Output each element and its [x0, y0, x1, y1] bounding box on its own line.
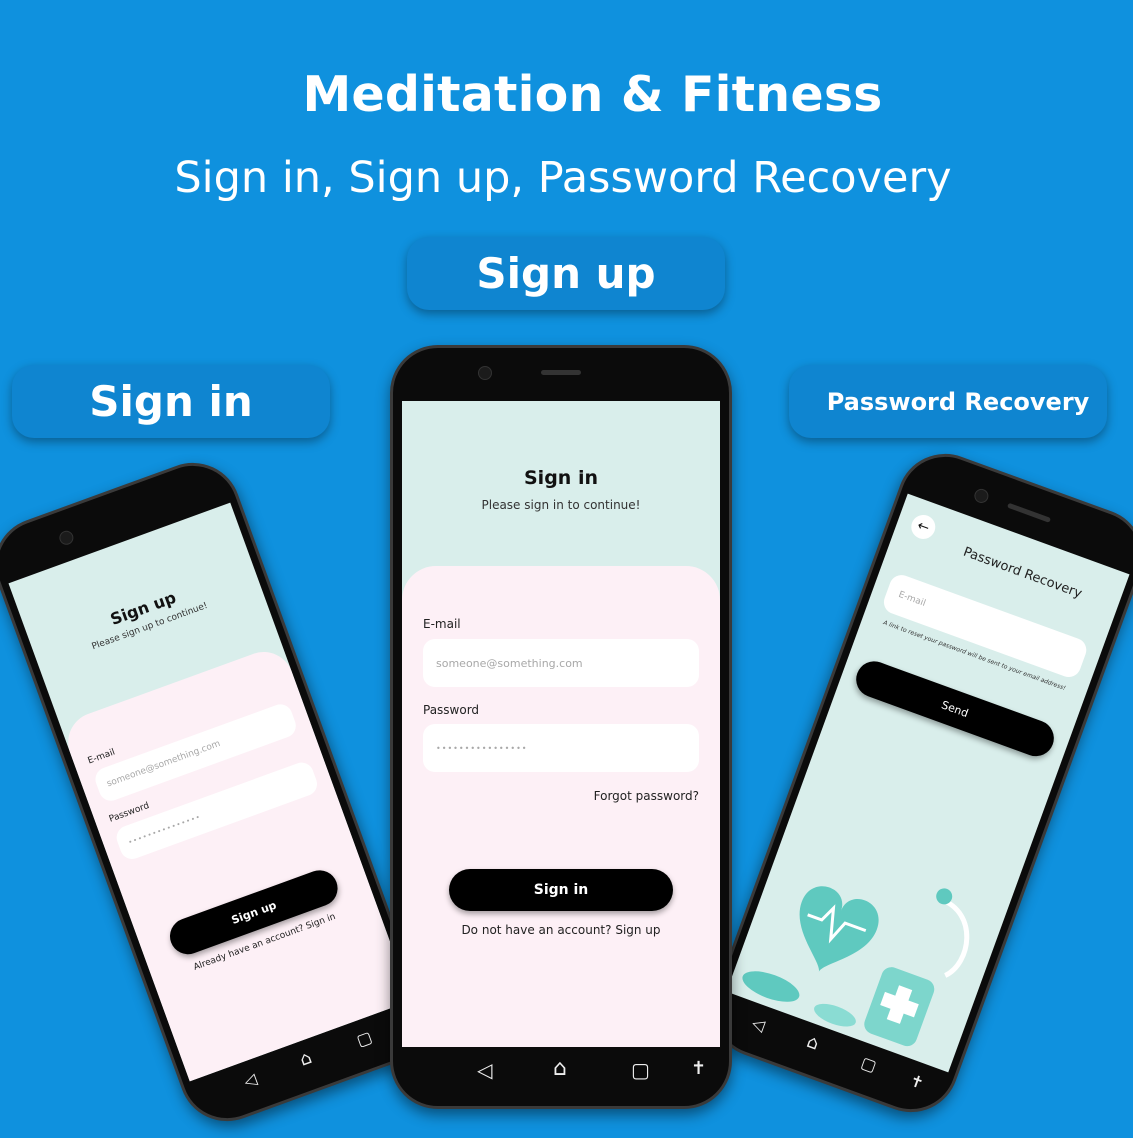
left-screen: Sign up Please sign up to continue! E-ma… [8, 502, 412, 1082]
speaker [541, 370, 581, 375]
back-icon[interactable]: ◁ [241, 1069, 259, 1091]
right-phone: ← Password Recovery E-mail A link to res… [698, 440, 1133, 1126]
page-subtitle: Sign in, Sign up, Password Recovery [174, 153, 952, 203]
recovery-pill: Password Recovery [789, 365, 1107, 438]
home-icon[interactable]: ⌂ [553, 1056, 567, 1081]
form-card [59, 643, 412, 1082]
back-icon[interactable]: ◁ [749, 1013, 767, 1035]
home-icon[interactable]: ⌂ [297, 1047, 315, 1071]
signin-pill: Sign in [12, 365, 330, 438]
signup-pill: Sign up [407, 237, 725, 310]
camera-icon [972, 486, 991, 505]
recent-apps-icon[interactable]: ▢ [631, 1058, 650, 1082]
recent-apps-icon[interactable]: ▢ [858, 1053, 879, 1076]
screen-title: Sign in [524, 467, 598, 489]
screen-title: Sign up [107, 587, 179, 629]
email-input[interactable]: someone@something.com [423, 639, 699, 687]
home-icon[interactable]: ⌂ [804, 1031, 822, 1055]
camera-icon [478, 366, 492, 380]
medical-illustration [726, 804, 1016, 1073]
speaker [1007, 502, 1052, 523]
email-label: E-mail [423, 617, 461, 631]
recent-apps-icon[interactable]: ▢ [354, 1027, 375, 1050]
back-icon[interactable]: ◁ [477, 1058, 492, 1082]
signin-button[interactable]: Sign in [449, 869, 673, 911]
accessibility-icon[interactable]: ✝ [691, 1058, 706, 1079]
right-screen: ← Password Recovery E-mail A link to res… [726, 493, 1130, 1073]
screen-subtitle: Please sign in to continue! [481, 498, 641, 512]
camera-icon [57, 528, 76, 547]
password-label: Password [423, 703, 480, 717]
center-screen: Sign in Please sign in to continue! E-ma… [402, 401, 720, 1047]
accessibility-icon[interactable]: ✝ [907, 1070, 926, 1092]
left-phone: Sign up Please sign up to continue! E-ma… [0, 449, 440, 1135]
forgot-password-link[interactable]: Forgot password? [594, 789, 699, 803]
signup-link[interactable]: Do not have an account? Sign up [402, 923, 720, 937]
center-phone: Sign in Please sign in to continue! E-ma… [390, 345, 732, 1109]
password-input[interactable]: •••••••••••••••• [423, 724, 699, 772]
page-title: Meditation & Fitness [302, 66, 883, 123]
